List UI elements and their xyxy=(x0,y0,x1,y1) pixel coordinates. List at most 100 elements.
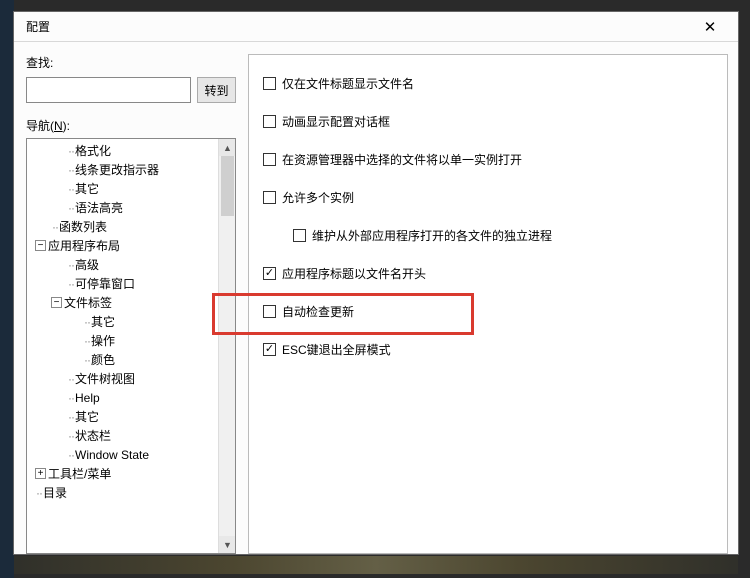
tree-item-label: 其它 xyxy=(75,408,99,425)
tree-item-label: 工具栏/菜单 xyxy=(48,465,111,482)
tree-item[interactable]: ··高级 xyxy=(27,255,218,274)
tree-item-label: Window State xyxy=(75,448,149,462)
tree-guide-icon: ·· xyxy=(68,201,74,215)
tree-item-label: 语法高亮 xyxy=(75,199,123,216)
option-label[interactable]: 在资源管理器中选择的文件将以单一实例打开 xyxy=(282,151,522,168)
window-title: 配置 xyxy=(26,18,690,35)
option-label[interactable]: ESC键退出全屏模式 xyxy=(282,341,391,358)
tree-item[interactable]: ··其它 xyxy=(27,312,218,331)
tree-item[interactable]: −应用程序布局 xyxy=(27,236,218,255)
tree-guide-icon: ·· xyxy=(52,220,58,234)
goto-button[interactable]: 转到 xyxy=(197,77,236,103)
checkbox-esc_exit_fullscreen[interactable] xyxy=(263,343,276,356)
option-only_filename_in_title: 仅在文件标题显示文件名 xyxy=(263,73,713,93)
tree-item[interactable]: ··文件树视图 xyxy=(27,369,218,388)
scrollbar[interactable]: ▲ ▼ xyxy=(218,139,235,553)
tree-guide-icon: ·· xyxy=(84,315,90,329)
tree-item-label: 颜色 xyxy=(91,351,115,368)
tree-item-label: 应用程序布局 xyxy=(48,237,120,254)
tree-item[interactable]: ··Help xyxy=(27,388,218,407)
tree-item-label: 其它 xyxy=(75,180,99,197)
tree-item-label: 格式化 xyxy=(75,142,111,159)
scroll-up-button[interactable]: ▲ xyxy=(219,139,236,156)
tree-item[interactable]: ··格式化 xyxy=(27,141,218,160)
tree-guide-icon: ·· xyxy=(68,448,74,462)
collapse-icon[interactable]: − xyxy=(51,297,62,308)
tree-item[interactable]: ··目录 xyxy=(27,483,218,502)
expand-icon[interactable]: + xyxy=(35,468,46,479)
tree-item[interactable]: ··其它 xyxy=(27,407,218,426)
checkbox-allow_multi_instance[interactable] xyxy=(263,191,276,204)
option-auto_check_update: 自动检查更新 xyxy=(263,301,713,321)
tree-item[interactable]: ··其它 xyxy=(27,179,218,198)
tree-guide-icon: ·· xyxy=(68,429,74,443)
option-label[interactable]: 仅在文件标题显示文件名 xyxy=(282,75,414,92)
option-label[interactable]: 自动检查更新 xyxy=(282,303,354,320)
tree-item-label: 目录 xyxy=(43,484,67,501)
collapse-icon[interactable]: − xyxy=(35,240,46,251)
tree-item-label: 函数列表 xyxy=(59,218,107,235)
close-button[interactable]: ✕ xyxy=(690,13,730,41)
titlebar: 配置 ✕ xyxy=(14,12,738,42)
tree-guide-icon: ·· xyxy=(68,372,74,386)
tree-item-label: Help xyxy=(75,391,100,405)
tree-item[interactable]: ··函数列表 xyxy=(27,217,218,236)
tree-item-label: 高级 xyxy=(75,256,99,273)
tree-guide-icon: ·· xyxy=(68,182,74,196)
tree-item-label: 文件树视图 xyxy=(75,370,135,387)
find-label: 查找: xyxy=(26,54,53,71)
tree-item[interactable]: −文件标签 xyxy=(27,293,218,312)
option-allow_multi_instance: 允许多个实例 xyxy=(263,187,713,207)
close-icon: ✕ xyxy=(704,18,717,36)
tree-item-label: 其它 xyxy=(91,313,115,330)
tree-item[interactable]: ··Window State xyxy=(27,445,218,464)
tree-guide-icon: ·· xyxy=(68,277,74,291)
tree-item[interactable]: ··操作 xyxy=(27,331,218,350)
option-app_title_prefix_filename: 应用程序标题以文件名开头 xyxy=(263,263,713,283)
option-single_instance_explorer: 在资源管理器中选择的文件将以单一实例打开 xyxy=(263,149,713,169)
tree-item[interactable]: ··可停靠窗口 xyxy=(27,274,218,293)
scroll-thumb[interactable] xyxy=(221,156,234,216)
tree-item-label: 线条更改指示器 xyxy=(75,161,159,178)
tree-item-label: 状态栏 xyxy=(75,427,111,444)
app-left-strip xyxy=(0,0,14,578)
checkbox-auto_check_update[interactable] xyxy=(263,305,276,318)
checkbox-animate_config_dialog[interactable] xyxy=(263,115,276,128)
option-label[interactable]: 应用程序标题以文件名开头 xyxy=(282,265,426,282)
option-label[interactable]: 允许多个实例 xyxy=(282,189,354,206)
checkbox-only_filename_in_title[interactable] xyxy=(263,77,276,90)
tree-item[interactable]: ··线条更改指示器 xyxy=(27,160,218,179)
option-animate_config_dialog: 动画显示配置对话框 xyxy=(263,111,713,131)
tree-item[interactable]: ··语法高亮 xyxy=(27,198,218,217)
find-input[interactable] xyxy=(26,77,191,103)
tree-item-label: 文件标签 xyxy=(64,294,112,311)
tree-guide-icon: ·· xyxy=(84,353,90,367)
checkbox-single_instance_explorer[interactable] xyxy=(263,153,276,166)
nav-label: 导航(N): xyxy=(26,117,236,134)
tree-guide-icon: ·· xyxy=(68,258,74,272)
tree-guide-icon: ·· xyxy=(36,486,42,500)
tree-item-label: 可停靠窗口 xyxy=(75,275,135,292)
tree-item[interactable]: ··颜色 xyxy=(27,350,218,369)
scroll-down-button[interactable]: ▼ xyxy=(219,536,236,553)
tree-guide-icon: ·· xyxy=(68,391,74,405)
option-label[interactable]: 维护从外部应用程序打开的各文件的独立进程 xyxy=(312,227,552,244)
checkbox-maintain_external_process[interactable] xyxy=(293,229,306,242)
tree-item[interactable]: ··状态栏 xyxy=(27,426,218,445)
option-maintain_external_process: 维护从外部应用程序打开的各文件的独立进程 xyxy=(293,225,713,245)
checkbox-app_title_prefix_filename[interactable] xyxy=(263,267,276,280)
tree-guide-icon: ·· xyxy=(68,163,74,177)
option-label[interactable]: 动画显示配置对话框 xyxy=(282,113,390,130)
chevron-up-icon: ▲ xyxy=(223,143,232,153)
tree-guide-icon: ·· xyxy=(84,334,90,348)
tree-guide-icon: ·· xyxy=(68,410,74,424)
tree-guide-icon: ·· xyxy=(68,144,74,158)
options-panel: 仅在文件标题显示文件名动画显示配置对话框在资源管理器中选择的文件将以单一实例打开… xyxy=(248,54,728,554)
tree-item[interactable]: +工具栏/菜单 xyxy=(27,464,218,483)
option-esc_exit_fullscreen: ESC键退出全屏模式 xyxy=(263,339,713,359)
config-dialog: 配置 ✕ 查找: 转到 导航(N): ··格式化··线条更改指示器··其它··语… xyxy=(14,12,738,554)
nav-tree: ··格式化··线条更改指示器··其它··语法高亮··函数列表−应用程序布局··高… xyxy=(26,138,236,554)
decorative-glow xyxy=(14,556,738,574)
tree-item-label: 操作 xyxy=(91,332,115,349)
chevron-down-icon: ▼ xyxy=(223,540,232,550)
